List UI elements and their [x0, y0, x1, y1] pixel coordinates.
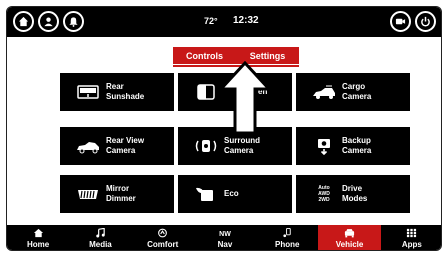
tile-label-line2: Camera: [224, 146, 254, 155]
nav-apps[interactable]: Apps: [381, 225, 441, 250]
cargo-camera-icon: [310, 82, 338, 102]
eco-icon: [192, 184, 220, 204]
rear-view-camera-icon: [74, 136, 102, 156]
tile-label-line2: Dimmer: [106, 194, 136, 203]
car-icon: [344, 228, 356, 238]
nav-label: Vehicle: [335, 240, 364, 249]
comfort-icon: [157, 228, 169, 238]
tile-label-line2: Camera: [342, 146, 372, 155]
tile-label-line2: Camera: [106, 146, 136, 155]
tile-label-line2: Camera: [342, 92, 372, 101]
nav-label: Comfort: [147, 240, 179, 249]
tile-rear-view-camera[interactable]: Rear View Camera: [60, 127, 174, 165]
outside-temperature: 72°: [204, 16, 218, 26]
clock: 12:32: [233, 15, 259, 26]
status-bar: 72° 12:32: [7, 7, 441, 37]
tile-label-line1: Surround: [224, 136, 260, 145]
backup-camera-icon: [310, 136, 338, 156]
tile-label-line1: Drive: [342, 184, 363, 193]
nav-comfort[interactable]: Comfort: [132, 225, 194, 250]
home-icon: [32, 228, 44, 238]
nav-label: Phone: [275, 240, 300, 249]
surround-camera-icon: [192, 136, 220, 156]
screen-icon: [192, 82, 220, 102]
tile-label-line1: Eco: [224, 189, 239, 198]
tile-label-line1: Cargo: [342, 82, 366, 91]
tile-rear-sunshade[interactable]: Rear Sunshade: [60, 73, 174, 111]
nav-label: Home: [27, 240, 50, 249]
bottom-nav: Home Media Comfort NW Nav Phone Vehicle …: [7, 225, 441, 250]
apps-grid-icon: [406, 228, 418, 238]
tile-eco[interactable]: Eco: [178, 175, 292, 213]
nav-home[interactable]: Home: [7, 225, 69, 250]
tile-label-line1: Rear: [106, 82, 124, 91]
mirror-dimmer-icon: [74, 184, 102, 204]
tile-backup-camera[interactable]: Backup Camera: [296, 127, 410, 165]
tile-label-line2: Modes: [342, 194, 368, 203]
nav-nav[interactable]: NW Nav: [194, 225, 256, 250]
tile-drive-modes[interactable]: Auto AWD 2WD Drive Modes: [296, 175, 410, 213]
nav-label: Nav: [217, 240, 233, 249]
driver-profile-icon[interactable]: [38, 11, 59, 32]
callout-arrow-icon: [219, 61, 271, 135]
tile-label-line1: Mirror: [106, 184, 130, 193]
tile-label-line2: Sunshade: [106, 92, 145, 101]
nav-vehicle[interactable]: Vehicle: [318, 225, 381, 250]
nav-label: Apps: [401, 240, 422, 249]
nav-label: Media: [89, 240, 112, 249]
tile-label-line1: Backup: [342, 136, 371, 145]
phone-icon: [281, 228, 293, 238]
camera-icon[interactable]: [390, 11, 411, 32]
uconnect-screen: 72° 12:32 Controls Settings Rear Sunshad…: [6, 6, 442, 251]
sunshade-icon: [74, 82, 102, 102]
notification-bell-icon[interactable]: [63, 11, 84, 32]
tile-cargo-camera[interactable]: Cargo Camera: [296, 73, 410, 111]
nav-media[interactable]: Media: [69, 225, 131, 250]
drive-modes-icon: Auto AWD 2WD: [310, 184, 338, 204]
drive-mode-2wd: 2WD: [318, 197, 330, 203]
compass-icon: NW: [219, 231, 231, 238]
home-icon[interactable]: [13, 11, 34, 32]
music-note-icon: [94, 228, 106, 238]
tile-label-line1: Rear View: [106, 136, 145, 145]
nav-phone[interactable]: Phone: [256, 225, 318, 250]
power-icon[interactable]: [415, 11, 436, 32]
tile-mirror-dimmer[interactable]: Mirror Dimmer: [60, 175, 174, 213]
